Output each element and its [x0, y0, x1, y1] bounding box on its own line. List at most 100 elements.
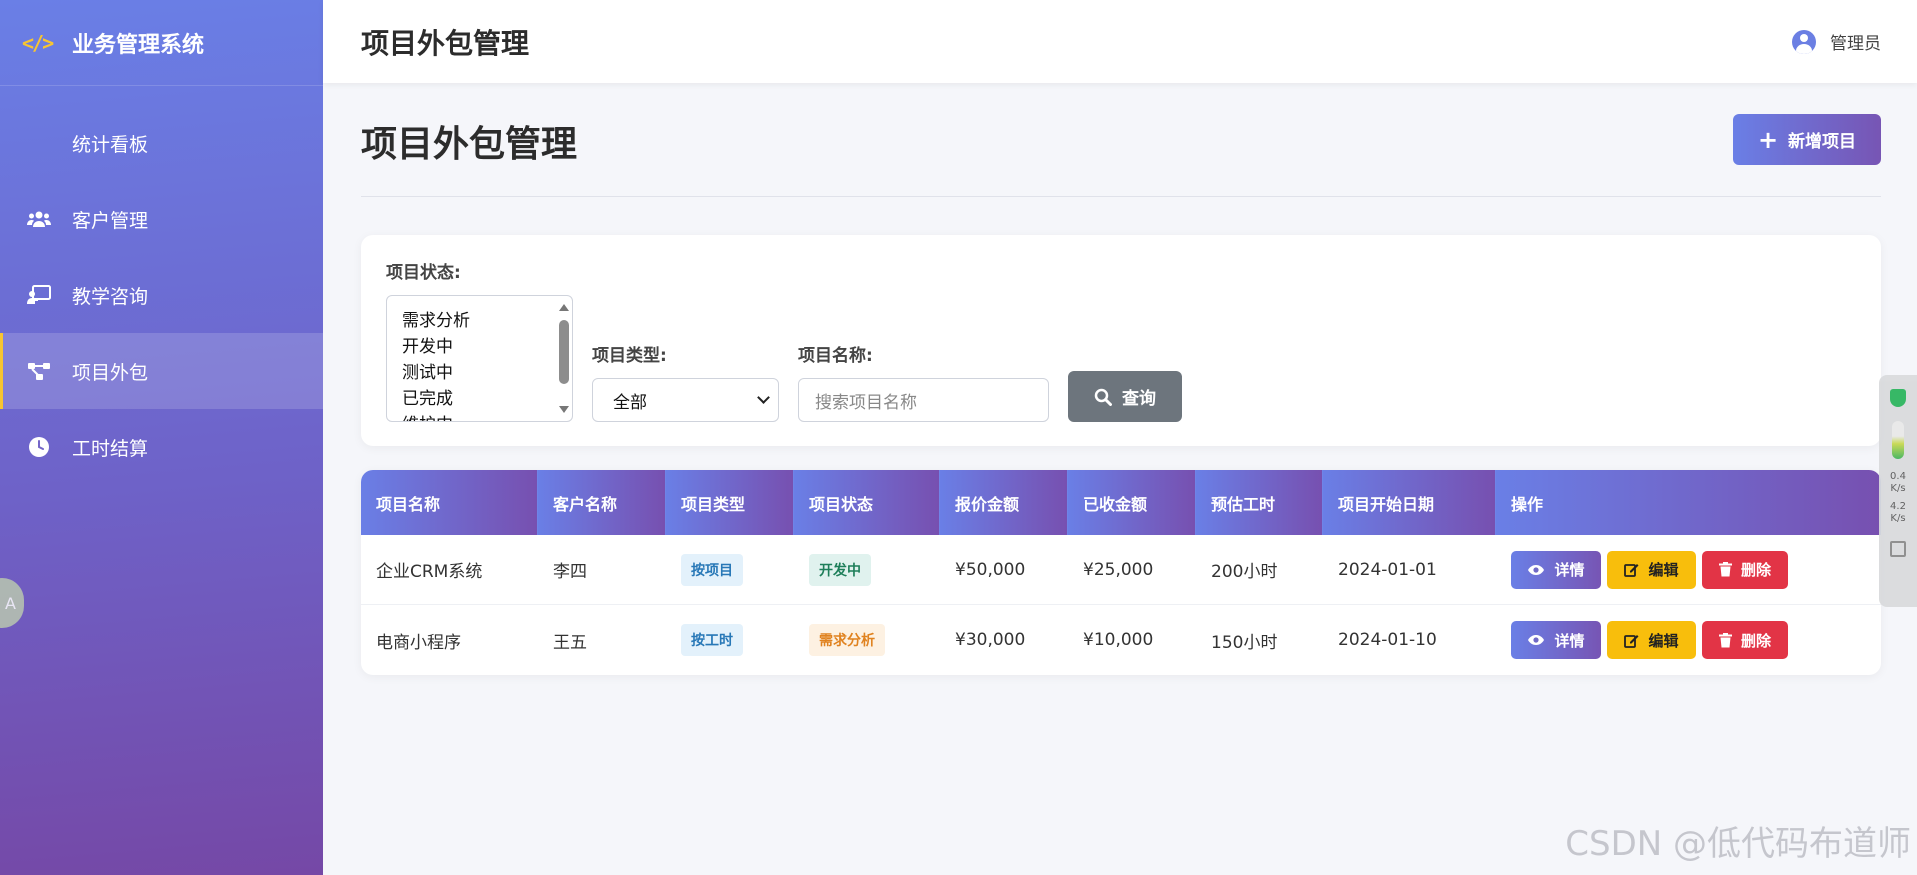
status-filter-label: 项目状态:: [386, 263, 461, 283]
eye-icon: [1528, 564, 1545, 575]
type-filter: 项目类型: 全部: [592, 341, 779, 422]
edit-icon: [1624, 564, 1639, 577]
brand-title: 业务管理系统: [72, 32, 205, 58]
client-name-cell: 李四: [553, 562, 587, 582]
query-button[interactable]: 查询: [1068, 371, 1182, 422]
trash-icon: [1718, 562, 1732, 577]
translate-icon[interactable]: A: [0, 578, 24, 628]
network-icon: [26, 360, 52, 382]
status-option[interactable]: 测试中: [402, 360, 572, 386]
user-avatar-icon: [1792, 29, 1816, 54]
add-project-button[interactable]: + 新增项目: [1733, 114, 1881, 165]
user-menu[interactable]: 管理员: [1792, 29, 1881, 54]
status-badge: 开发中: [809, 553, 871, 586]
status-option[interactable]: 开发中: [402, 334, 572, 360]
hours-cell: 150小时: [1211, 632, 1278, 653]
sidebar-menu: 统计看板 客户管理 教学咨询 项目外包 工时结算: [0, 105, 323, 485]
chalkboard-icon: [26, 284, 52, 306]
eye-icon: [1528, 635, 1545, 645]
plus-icon: +: [1757, 125, 1779, 154]
received-cell: ¥10,000: [1083, 630, 1154, 650]
sidebar-item-label: 教学咨询: [72, 285, 149, 308]
edit-icon: [1624, 634, 1639, 648]
sidebar-item-label: 工时结算: [72, 437, 149, 460]
watermark: CSDN @低代码布道师: [1565, 824, 1911, 864]
memory-gauge: [1892, 421, 1904, 459]
status-option[interactable]: 已完成: [402, 386, 572, 412]
shield-icon: [1890, 389, 1906, 407]
upload-speed: 0.4 K/s: [1890, 471, 1906, 494]
edit-button[interactable]: 编辑: [1607, 621, 1696, 659]
quote-cell: ¥50,000: [955, 559, 1026, 580]
crop-icon[interactable]: [1890, 541, 1906, 557]
status-listbox[interactable]: 需求分析 开发中 测试中 已完成 维护中: [386, 295, 573, 422]
type-select-value: 全部: [613, 392, 647, 413]
delete-button[interactable]: 删除: [1702, 550, 1788, 589]
table-row: 企业CRM系统 李四 按项目 开发中 ¥50,000 ¥25,000 200小时…: [361, 535, 1881, 605]
status-option[interactable]: 维护中: [402, 412, 572, 421]
user-name: 管理员: [1830, 34, 1881, 54]
sidebar-item-teaching[interactable]: 教学咨询: [0, 257, 323, 333]
top-header: 项目外包管理 管理员: [323, 0, 1917, 83]
status-option[interactable]: 需求分析: [402, 308, 572, 334]
project-name-cell: 企业CRM系统: [376, 562, 483, 582]
hours-cell: 200小时: [1211, 562, 1278, 582]
column-header[interactable]: 项目状态: [794, 470, 940, 535]
scroll-down-icon[interactable]: [559, 406, 569, 413]
detail-button[interactable]: 详情: [1511, 621, 1601, 659]
type-badge: 按项目: [681, 553, 743, 586]
scroll-up-icon[interactable]: [559, 304, 569, 311]
download-speed: 4.2 K/s: [1890, 501, 1906, 524]
name-filter: 项目名称: 搜索项目名称: [798, 341, 1049, 422]
header-title: 项目外包管理: [361, 26, 530, 60]
project-name-input[interactable]: 搜索项目名称: [798, 378, 1049, 422]
projects-table: 项目名称 客户名称 项目类型 项目状态 报价金额 已收金额 预估工时 项目开始日…: [361, 470, 1881, 675]
brand[interactable]: </> 业务管理系统: [0, 0, 323, 86]
sidebar-item-dashboard[interactable]: 统计看板: [0, 105, 323, 181]
network-speed-widget[interactable]: 0.4 K/s 4.2 K/s: [1879, 375, 1917, 607]
type-select[interactable]: 全部: [592, 378, 779, 422]
actions-cell: 详情 编辑 删除: [1496, 605, 1881, 675]
trash-icon: [1718, 632, 1732, 647]
table-header: 项目名称 客户名称 项目类型 项目状态 报价金额 已收金额 预估工时 项目开始日…: [361, 470, 1881, 535]
status-filter: 项目状态: 需求分析 开发中 测试中 已完成 维护中: [386, 258, 573, 422]
detail-button[interactable]: 详情: [1511, 550, 1601, 589]
scroll-thumb[interactable]: [559, 320, 569, 384]
search-icon: [1094, 388, 1112, 406]
filter-panel: 项目状态: 需求分析 开发中 测试中 已完成 维护中 项目类型: 全部: [361, 235, 1881, 446]
sidebar-item-label: 客户管理: [72, 209, 149, 232]
sidebar-item-outsourcing[interactable]: 项目外包: [0, 333, 323, 409]
type-filter-label: 项目类型:: [592, 346, 667, 366]
delete-button[interactable]: 删除: [1702, 621, 1788, 659]
client-name-cell: 王五: [553, 632, 587, 653]
listbox-scrollbar[interactable]: [558, 300, 570, 417]
sidebar-item-timesheet[interactable]: 工时结算: [0, 409, 323, 485]
main-content: 项目外包管理 + 新增项目 项目状态: 需求分析 开发中 测试中 已完成 维护中: [361, 83, 1881, 675]
sidebar-item-customers[interactable]: 客户管理: [0, 181, 323, 257]
quote-cell: ¥30,000: [955, 630, 1026, 650]
column-header[interactable]: 预估工时: [1196, 470, 1323, 535]
sidebar-item-label: 统计看板: [72, 133, 149, 156]
edit-button[interactable]: 编辑: [1607, 550, 1696, 589]
clock-icon: [26, 436, 52, 458]
type-badge: 按工时: [681, 624, 743, 656]
page-title: 项目外包管理: [361, 123, 578, 165]
table-row: 电商小程序 王五 按工时 需求分析 ¥30,000 ¥10,000 150小时 …: [361, 605, 1881, 675]
actions-cell: 详情 编辑 删除: [1496, 535, 1881, 604]
status-badge: 需求分析: [809, 624, 885, 656]
column-header: 操作: [1496, 470, 1881, 535]
users-icon: [26, 208, 52, 230]
page-heading-row: 项目外包管理 + 新增项目: [361, 83, 1881, 197]
sidebar: </> 业务管理系统 统计看板 客户管理 教学咨询 项目外包 工时结算 A: [0, 0, 323, 875]
column-header[interactable]: 已收金额: [1068, 470, 1196, 535]
column-header[interactable]: 客户名称: [538, 470, 666, 535]
project-name-cell: 电商小程序: [376, 632, 461, 653]
column-header[interactable]: 项目名称: [361, 470, 538, 535]
column-header[interactable]: 报价金额: [940, 470, 1068, 535]
column-header[interactable]: 项目开始日期: [1323, 470, 1496, 535]
chevron-down-icon: [757, 391, 770, 404]
start-date-cell: 2024-01-01: [1338, 559, 1437, 580]
code-icon: </>: [22, 30, 54, 55]
column-header[interactable]: 项目类型: [666, 470, 794, 535]
start-date-cell: 2024-01-10: [1338, 630, 1437, 650]
